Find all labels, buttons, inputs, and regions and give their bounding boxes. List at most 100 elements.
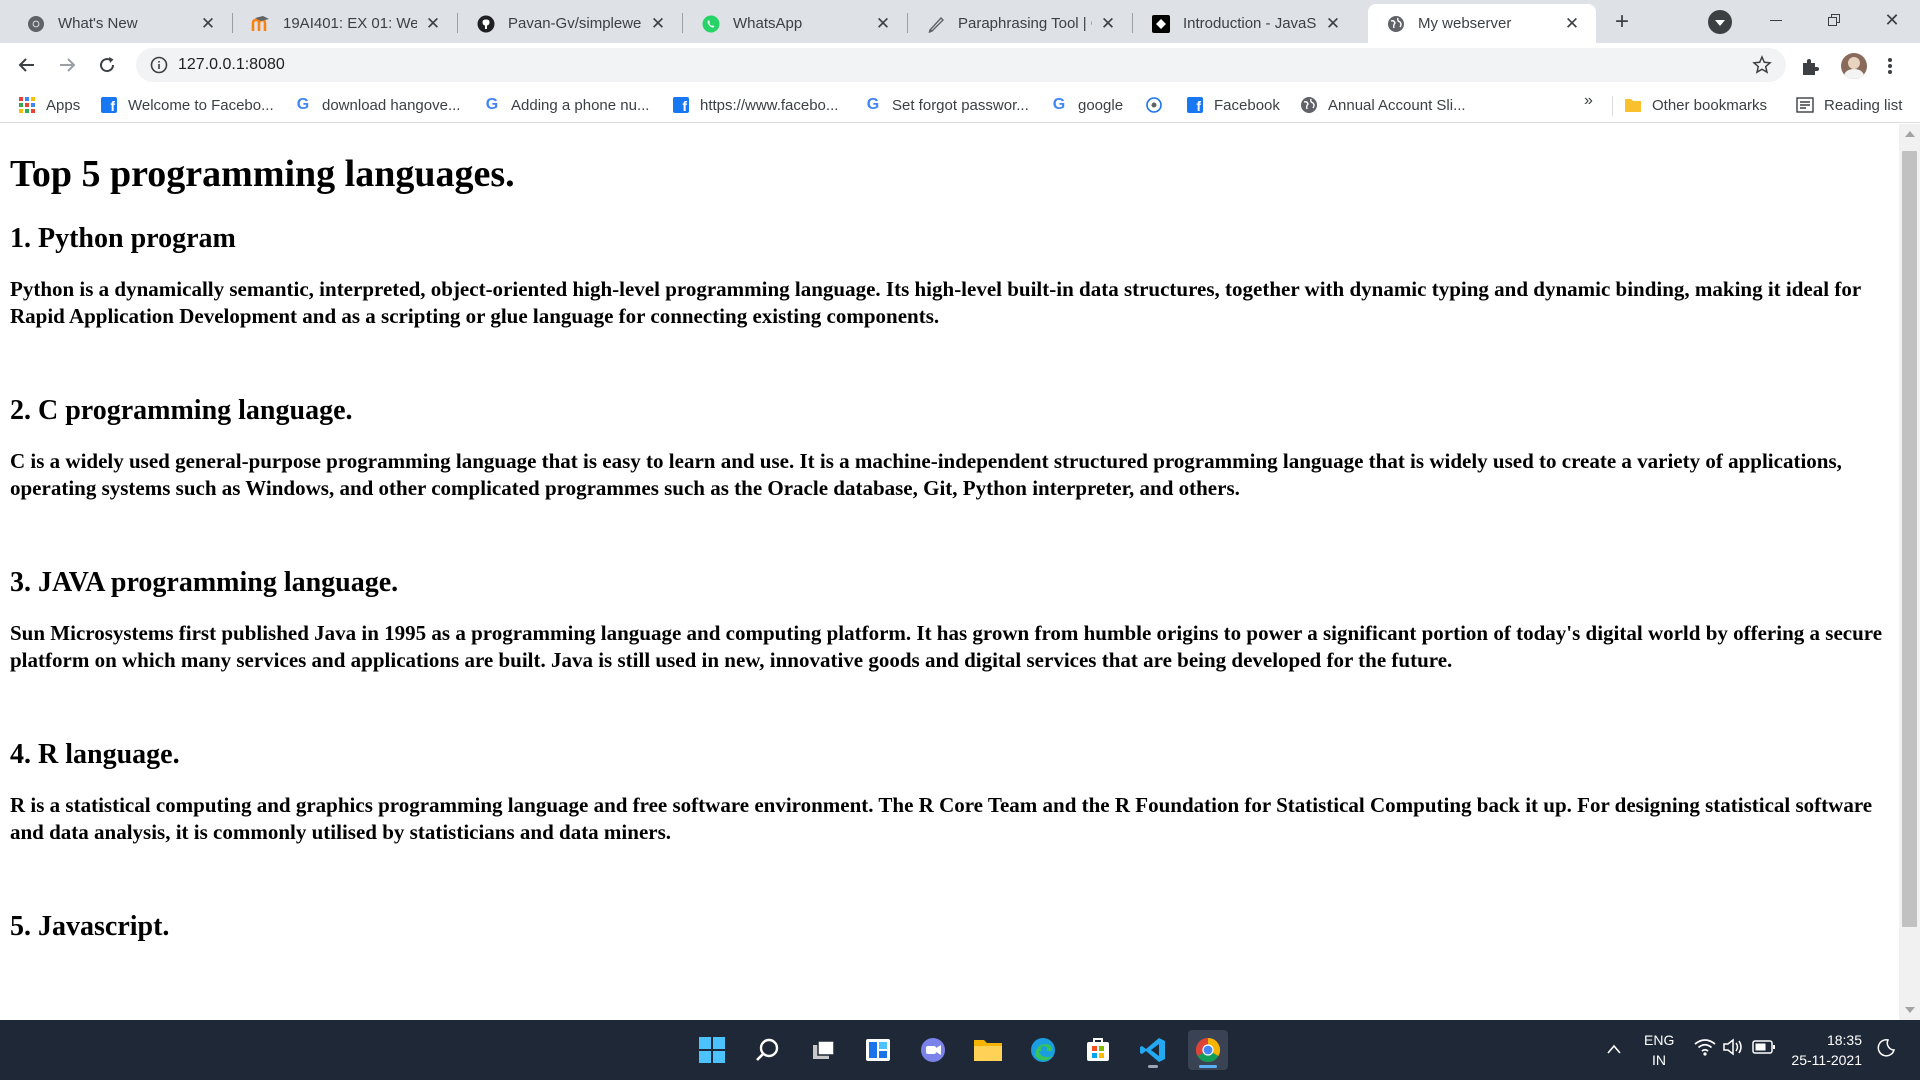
section-body: Sun Microsystems first published Java in… [10,621,1883,672]
page-content: Top 5 programming languages. 1. Python p… [0,152,1899,944]
forward-button[interactable] [52,50,82,80]
moodle-icon [251,14,271,34]
bookmarks-overflow-button[interactable]: » [1584,92,1593,110]
bookmark-facebook-url[interactable]: f https://www.facebo... [672,93,838,117]
info-icon[interactable] [150,56,168,74]
back-button[interactable] [12,50,42,80]
arrow-left-icon [18,58,34,72]
close-icon[interactable]: ✕ [423,14,443,34]
bookmark-label: Reading list [1824,96,1903,114]
minimize-button[interactable] [1748,0,1804,40]
vertical-scrollbar[interactable] [1899,124,1920,1020]
restore-button[interactable] [1806,0,1862,40]
bookmark-label: Apps [46,96,81,114]
tab-javascript-intro[interactable]: Introduction - JavaScr ✕ [1133,4,1357,43]
bookmark-download-hangouts[interactable]: G download hangove... [294,93,461,117]
scroll-down-icon[interactable] [1905,1007,1915,1013]
section-body: R is a statistical computing and graphic… [10,793,1873,844]
bookmark-facebook-welcome[interactable]: f Welcome to Facebo... [100,93,274,117]
bookmark-apps[interactable]: Apps [18,93,80,117]
tab-whatsapp[interactable]: WhatsApp ✕ [683,4,907,43]
github-icon [476,14,496,34]
bookmark-label: google [1078,96,1124,114]
close-icon[interactable]: ✕ [648,14,668,34]
bookmark-label: Other bookmarks [1652,96,1768,114]
close-icon[interactable]: ✕ [873,14,893,34]
close-window-button[interactable]: ✕ [1864,0,1920,40]
google-icon: G [485,96,499,113]
section-body: C is a widely used general-purpose progr… [10,449,1842,500]
tab-title: Pavan-Gv/simplewebs [508,15,642,32]
site-icon [1151,14,1171,34]
tab-search-button[interactable] [1708,10,1732,34]
bookmark-site[interactable] [1145,93,1173,117]
tab-title: My webserver [1418,15,1512,32]
volume-icon[interactable] [1722,1038,1744,1061]
tab-github[interactable]: Pavan-Gv/simplewebs ✕ [458,4,682,43]
teams-chat-icon[interactable] [913,1030,953,1070]
wifi-icon[interactable] [1694,1038,1716,1061]
tab-title: 19AI401: EX 01: Webs [283,15,417,32]
notifications-icon[interactable] [1876,1038,1896,1063]
clock[interactable]: 18:35 25-11-2021 [1786,1030,1862,1070]
tab-my-webserver[interactable]: My webserver ✕ [1368,4,1596,43]
running-indicator [1148,1065,1158,1068]
language-indicator[interactable]: ENG IN [1644,1030,1674,1070]
reading-list-button[interactable]: Reading list [1796,93,1902,117]
task-view-icon[interactable] [803,1030,843,1070]
page-viewport[interactable]: Top 5 programming languages. 1. Python p… [0,124,1899,1020]
url-text: 127.0.0.1:8080 [178,56,285,73]
search-icon[interactable] [748,1030,788,1070]
region-code: IN [1652,1052,1666,1068]
chrome-icon [26,14,46,34]
new-tab-button[interactable]: + [1608,8,1636,36]
chevron-down-icon [1715,20,1725,26]
other-bookmarks-folder[interactable]: Other bookmarks [1624,93,1767,117]
clock-time: 18:35 [1826,1032,1862,1048]
more-menu-icon[interactable] [1882,54,1898,78]
tab-paraphrasing-tool[interactable]: Paraphrasing Tool | Qu ✕ [908,4,1132,43]
show-hidden-icons-button[interactable] [1606,1042,1622,1060]
battery-icon[interactable] [1752,1039,1776,1060]
store-icon[interactable] [1078,1030,1118,1070]
bookmark-label: Annual Account Sli... [1328,96,1466,114]
folder-icon [1624,96,1642,114]
bookmark-label: Adding a phone nu... [511,96,650,114]
close-icon[interactable]: ✕ [1323,14,1343,34]
scrollbar-thumb[interactable] [1902,151,1917,927]
windows-start-icon[interactable] [692,1030,732,1070]
section-title: 5. Javascript. [10,911,170,942]
tab-title: WhatsApp [733,15,803,32]
reload-button[interactable] [92,50,122,80]
tab-moodle[interactable]: 19AI401: EX 01: Webs ✕ [233,4,457,43]
bookmark-label: Set forgot passwor... [892,96,1029,114]
running-indicator [1199,1065,1217,1068]
vscode-icon[interactable] [1133,1030,1173,1070]
bookmark-annual-account[interactable]: Annual Account Sli... [1300,93,1466,117]
section-title: 4. R language. [10,739,180,770]
edge-icon[interactable] [1023,1030,1063,1070]
close-icon[interactable]: ✕ [1098,14,1118,34]
bookmarks-bar: Apps f Welcome to Facebo... G download h… [0,87,1920,123]
reading-list-icon [1796,96,1814,114]
bookmark-label: Welcome to Facebo... [128,96,274,114]
scroll-up-icon[interactable] [1905,131,1915,137]
star-icon[interactable] [1752,55,1772,75]
section-title: 2. C programming language. [10,395,353,426]
bookmark-adding-phone[interactable]: G Adding a phone nu... [483,93,650,117]
language-code: ENG [1644,1032,1675,1048]
file-explorer-icon[interactable] [968,1030,1008,1070]
arrow-right-icon [60,58,76,72]
bookmark-google[interactable]: G google [1050,93,1123,117]
avatar[interactable] [1841,53,1867,79]
bookmark-forgot-password[interactable]: G Set forgot passwor... [864,93,1029,117]
bookmark-facebook[interactable]: f Facebook [1186,93,1280,117]
facebook-icon: f [1186,96,1204,114]
close-icon[interactable]: ✕ [198,14,218,34]
widgets-icon[interactable] [858,1030,898,1070]
chrome-icon[interactable] [1188,1030,1228,1070]
extensions-icon[interactable] [1799,55,1823,79]
address-bar[interactable]: 127.0.0.1:8080 [136,48,1786,82]
close-icon[interactable]: ✕ [1562,14,1582,34]
tab-whats-new[interactable]: What's New ✕ [8,4,232,43]
